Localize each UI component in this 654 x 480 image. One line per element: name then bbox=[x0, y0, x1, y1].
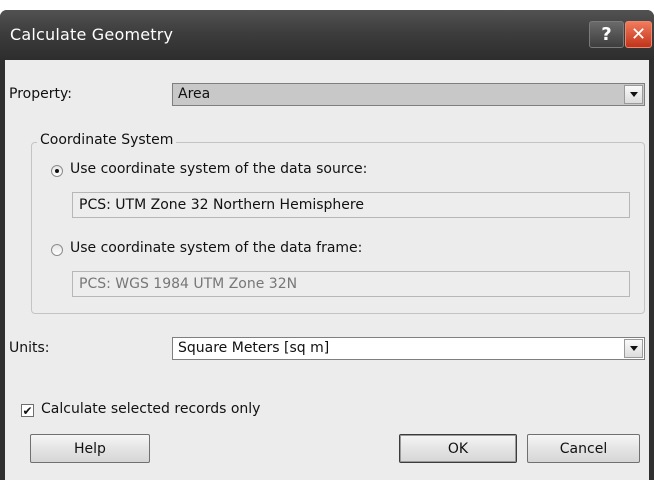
radio-data-frame-label[interactable]: Use coordinate system of the data frame: bbox=[70, 240, 362, 256]
cancel-button[interactable]: Cancel bbox=[527, 434, 640, 463]
units-value: Square Meters [sq m] bbox=[178, 340, 330, 356]
close-icon[interactable]: ✕ bbox=[625, 21, 652, 48]
selected-only-label[interactable]: Calculate selected records only bbox=[41, 401, 260, 417]
property-label: Property: bbox=[9, 86, 72, 102]
property-value: Area bbox=[178, 86, 211, 102]
coordinate-system-legend: Coordinate System bbox=[37, 132, 177, 148]
selected-only-checkbox[interactable]: ✔ bbox=[21, 404, 34, 417]
ok-button[interactable]: OK bbox=[399, 434, 517, 463]
help-button-label: Help bbox=[74, 440, 106, 457]
data-frame-crs-field: PCS: WGS 1984 UTM Zone 32N bbox=[72, 271, 630, 297]
radio-data-source[interactable] bbox=[51, 165, 63, 177]
chevron-down-icon[interactable] bbox=[624, 339, 643, 358]
radio-data-frame[interactable] bbox=[51, 244, 63, 256]
radio-selected-dot bbox=[55, 169, 59, 173]
help-icon[interactable]: ? bbox=[589, 21, 624, 48]
radio-data-source-label[interactable]: Use coordinate system of the data source… bbox=[70, 161, 367, 177]
calculate-geometry-dialog: Calculate Geometry ? ✕ Property: Area Co… bbox=[0, 10, 654, 480]
ok-button-label: OK bbox=[447, 440, 469, 457]
data-source-crs-field: PCS: UTM Zone 32 Northern Hemisphere bbox=[72, 192, 630, 218]
units-select[interactable]: Square Meters [sq m] bbox=[172, 337, 645, 360]
property-select[interactable]: Area bbox=[172, 83, 645, 106]
title-bar[interactable]: Calculate Geometry ? ✕ bbox=[0, 10, 654, 60]
chevron-down-icon[interactable] bbox=[624, 85, 643, 104]
dialog-title: Calculate Geometry bbox=[10, 25, 174, 44]
units-label: Units: bbox=[9, 340, 50, 356]
cancel-button-label: Cancel bbox=[559, 440, 608, 457]
dialog-body: Property: Area Coordinate System Use coo… bbox=[5, 60, 649, 480]
help-button[interactable]: Help bbox=[30, 434, 150, 463]
